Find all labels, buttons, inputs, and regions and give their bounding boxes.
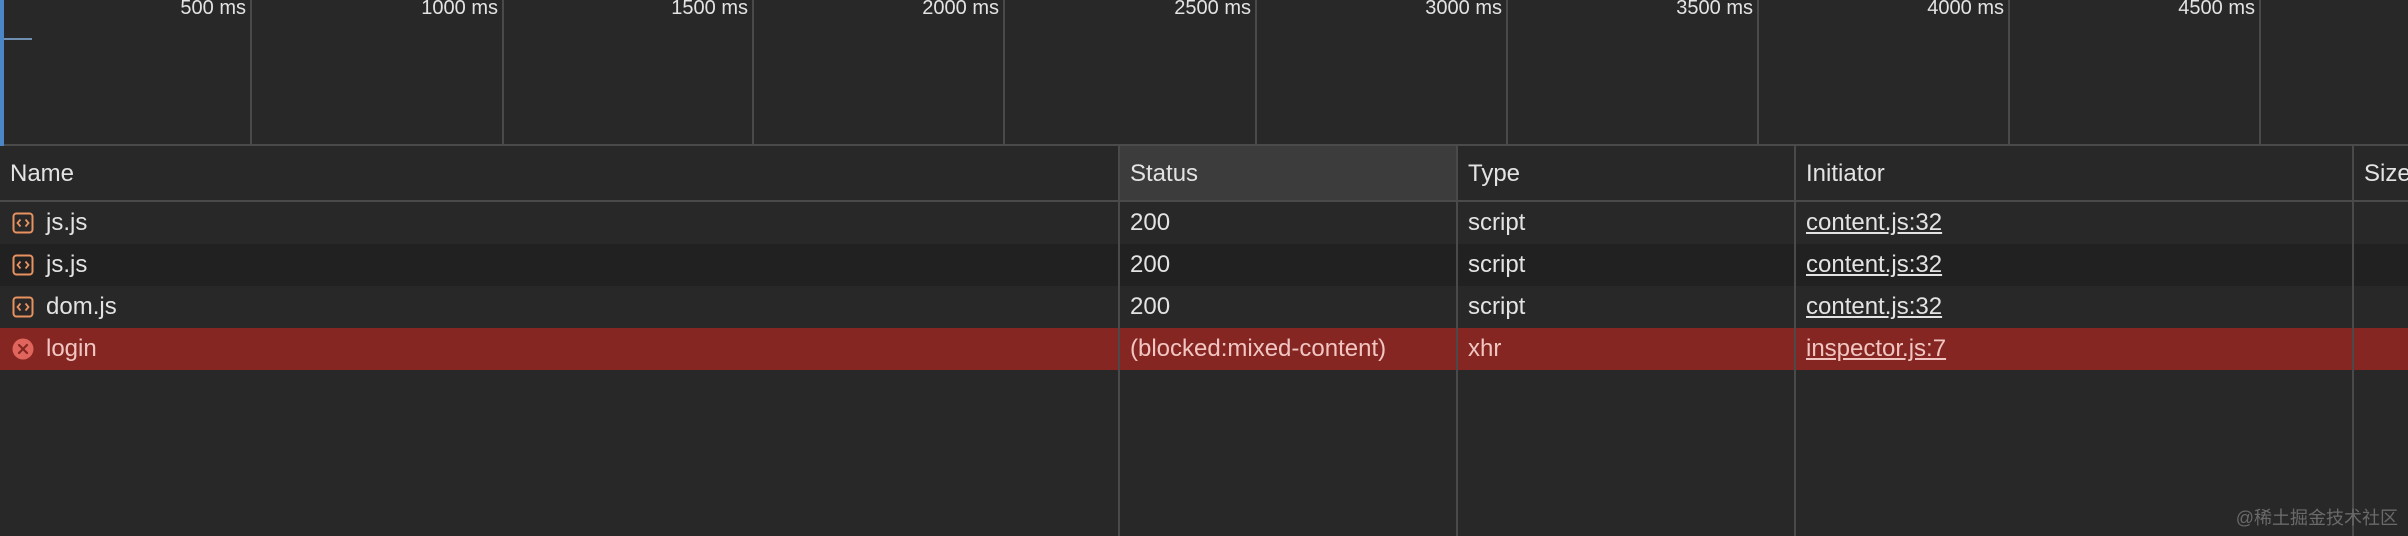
initiator-cell: content.js:32	[1796, 202, 2352, 244]
name-cell: dom.js	[0, 286, 1118, 328]
table-row[interactable]: dom.js 200 script content.js:32	[0, 286, 2408, 328]
overview-request-bar	[4, 38, 32, 40]
column-header-type[interactable]: Type	[1458, 146, 1794, 200]
script-file-icon	[12, 254, 34, 276]
timeline-tick-label: 3500 ms	[1676, 0, 1753, 19]
name-cell: js.js	[0, 244, 1118, 286]
initiator-cell: inspector.js:7	[1796, 328, 2352, 370]
timeline-gridline	[752, 0, 754, 146]
initiator-cell: content.js:32	[1796, 286, 2352, 328]
timeline-gridline	[1757, 0, 1759, 146]
type-cell: script	[1468, 251, 1526, 278]
status-cell: 200	[1130, 209, 1171, 236]
request-name: js.js	[46, 209, 88, 236]
timeline-gridline	[1506, 0, 1508, 146]
type-cell: xhr	[1468, 335, 1502, 362]
network-panel: 500 ms 1000 ms 1500 ms 2000 ms 2500 ms 3…	[0, 0, 2408, 536]
column-header-initiator[interactable]: Initiator	[1796, 146, 2352, 200]
name-cell: js.js	[0, 202, 1118, 244]
error-circle-icon	[12, 338, 34, 360]
timeline-tick-label: 3000 ms	[1425, 0, 1502, 19]
column-header-status[interactable]: Status	[1120, 146, 1456, 200]
timeline-gridline	[2259, 0, 2261, 146]
timeline-overview[interactable]: 500 ms 1000 ms 1500 ms 2000 ms 2500 ms 3…	[0, 0, 2408, 146]
overview-selection-marker[interactable]	[0, 0, 4, 146]
initiator-link[interactable]: content.js:32	[1806, 209, 1942, 236]
timeline-tick-label: 1500 ms	[671, 0, 748, 19]
timeline-gridline	[2008, 0, 2010, 146]
requests-table: Name Status Type Initiator Size js.js 20…	[0, 146, 2408, 536]
script-file-icon	[12, 296, 34, 318]
column-resizer[interactable]	[1794, 146, 1796, 536]
column-resizer[interactable]	[1118, 146, 1120, 536]
initiator-cell: content.js:32	[1796, 244, 2352, 286]
initiator-link[interactable]: inspector.js:7	[1806, 335, 1946, 362]
status-cell: 200	[1130, 293, 1171, 320]
watermark: @稀土掘金技术社区	[2235, 508, 2398, 528]
column-header-name[interactable]: Name	[0, 146, 1118, 200]
status-cell: (blocked:mixed-content)	[1130, 335, 1387, 362]
initiator-link[interactable]: content.js:32	[1806, 251, 1942, 278]
column-header-size[interactable]: Size	[2354, 146, 2408, 200]
request-name: dom.js	[46, 293, 117, 320]
status-cell: 200	[1130, 251, 1171, 278]
request-name: js.js	[46, 251, 88, 278]
timeline-gridline	[1255, 0, 1257, 146]
column-resizer[interactable]	[2352, 146, 2354, 536]
table-row[interactable]: js.js 200 script content.js:32	[0, 202, 2408, 244]
timeline-tick-label: 2500 ms	[1174, 0, 1251, 19]
type-cell: script	[1468, 293, 1526, 320]
timeline-tick-label: 4000 ms	[1927, 0, 2004, 19]
name-cell: login	[0, 328, 1118, 370]
request-name: login	[46, 335, 97, 362]
type-cell: script	[1468, 209, 1526, 236]
timeline-tick-label: 4500 ms	[2178, 0, 2255, 19]
table-row[interactable]: js.js 200 script content.js:32	[0, 244, 2408, 286]
timeline-gridline	[502, 0, 504, 146]
timeline-tick-label: 2000 ms	[922, 0, 999, 19]
initiator-link[interactable]: content.js:32	[1806, 293, 1942, 320]
table-header: Name Status Type Initiator Size	[0, 146, 2408, 202]
column-resizer[interactable]	[1456, 146, 1458, 536]
script-file-icon	[12, 212, 34, 234]
timeline-tick-label: 1000 ms	[421, 0, 498, 19]
timeline-gridline	[1003, 0, 1005, 146]
timeline-tick-label: 500 ms	[180, 0, 246, 19]
timeline-gridline	[250, 0, 252, 146]
table-row-error[interactable]: login (blocked:mixed-content) xhr inspec…	[0, 328, 2408, 370]
